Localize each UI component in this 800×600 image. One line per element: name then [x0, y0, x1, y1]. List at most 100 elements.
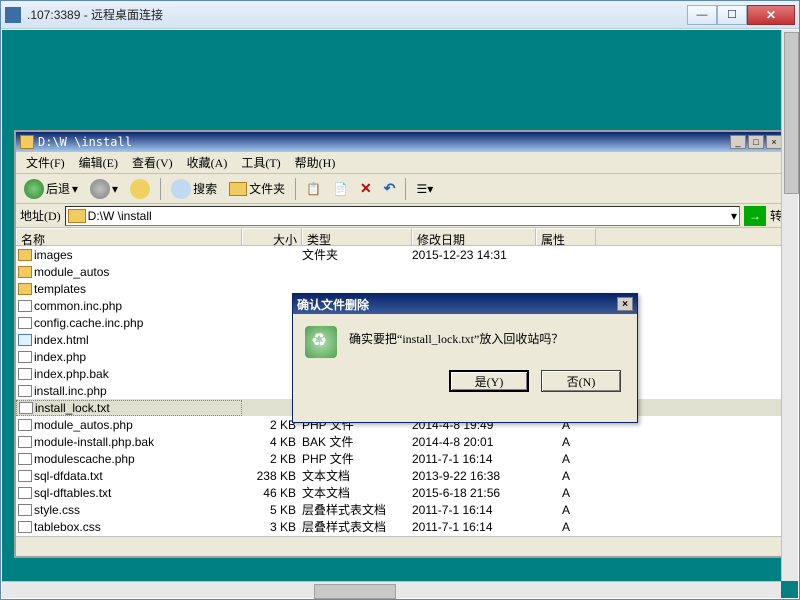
delete-icon: ✕	[360, 180, 372, 197]
file-size: 3 KB	[242, 520, 302, 534]
address-input[interactable]: D:\W \install ▾	[65, 206, 740, 226]
file-name: module_autos	[34, 265, 109, 279]
folder-icon	[229, 182, 247, 196]
forward-icon	[90, 179, 110, 199]
explorer-minimize-button[interactable]: _	[730, 135, 746, 149]
up-button[interactable]	[126, 177, 154, 201]
move-button[interactable]: 📋	[302, 180, 325, 198]
html-icon	[18, 334, 32, 346]
file-name: images	[34, 248, 73, 262]
search-button[interactable]: 搜索	[167, 177, 221, 201]
txt-icon	[18, 487, 32, 499]
chevron-down-icon[interactable]: ▾	[731, 209, 737, 223]
views-button[interactable]: ☰▾	[412, 180, 437, 198]
file-name: module-install.php.bak	[34, 435, 154, 449]
rdp-icon	[5, 7, 21, 23]
file-date: 2011-7-1 16:14	[412, 503, 536, 517]
file-size: 238 KB	[242, 469, 302, 483]
remote-desktop-area: D:\W \install _ □ × 文件(F) 编辑(E) 查看(V) 收藏…	[2, 30, 798, 598]
file-type: 层叠样式表文档	[302, 501, 412, 518]
file-type: 文本文档	[302, 484, 412, 501]
explorer-toolbar: 后退 ▾ ▾ 搜索 文件夹 📋 📄 ✕ ↶ ☰▾	[16, 174, 786, 204]
confirm-delete-dialog: 确认文件删除 × 确实要把“install_lock.txt”放入回收站吗？ 是…	[292, 293, 638, 423]
column-headers: 名称 大小 类型 修改日期 属性	[16, 228, 786, 246]
file-row[interactable]: sql-dftables.txt46 KB文本文档2015-6-18 21:56…	[16, 484, 786, 501]
menu-help[interactable]: 帮助(H)	[289, 152, 342, 173]
col-attr[interactable]: 属性	[536, 228, 596, 245]
txt-icon	[19, 402, 33, 414]
col-size[interactable]: 大小	[242, 228, 302, 245]
file-row[interactable]: module_autos	[16, 263, 786, 280]
back-button[interactable]: 后退 ▾	[20, 177, 82, 201]
explorer-maximize-button[interactable]: □	[748, 135, 764, 149]
explorer-titlebar[interactable]: D:\W \install _ □ ×	[16, 132, 786, 152]
dialog-titlebar[interactable]: 确认文件删除 ×	[293, 294, 637, 314]
copy-button[interactable]: 📄	[329, 180, 352, 198]
go-button[interactable]: →	[744, 206, 766, 226]
file-name: sql-dfdata.txt	[34, 469, 103, 483]
vertical-scrollbar[interactable]	[781, 30, 798, 581]
file-size: 2 KB	[242, 452, 302, 466]
close-button[interactable]	[747, 5, 795, 25]
col-type[interactable]: 类型	[302, 228, 412, 245]
php-icon	[18, 385, 32, 397]
php-icon	[18, 453, 32, 465]
minimize-button[interactable]	[687, 5, 717, 25]
no-button[interactable]: 否(N)	[541, 370, 621, 392]
file-row[interactable]: tablebox.css3 KB层叠样式表文档2011-7-1 16:14A	[16, 518, 786, 535]
txt-icon	[18, 470, 32, 482]
horizontal-scrollbar[interactable]	[2, 581, 781, 598]
php-icon	[18, 419, 32, 431]
col-name[interactable]: 名称	[16, 228, 242, 245]
rdp-window: .107:3389 - 远程桌面连接 D:\W \install _ □ × 文…	[0, 0, 800, 600]
delete-button[interactable]: ✕	[356, 178, 376, 199]
php-icon	[18, 317, 32, 329]
recycle-icon	[305, 326, 337, 358]
file-date: 2013-9-22 16:38	[412, 469, 536, 483]
undo-icon: ↶	[384, 180, 396, 197]
file-type: PHP 文件	[302, 450, 412, 467]
file-date: 2015-6-18 21:56	[412, 486, 536, 500]
file-attr: A	[536, 452, 596, 466]
file-date: 2015-12-23 14:31	[412, 248, 536, 262]
rdp-titlebar[interactable]: .107:3389 - 远程桌面连接	[1, 1, 799, 29]
file-size: 46 KB	[242, 486, 302, 500]
file-name: install.inc.php	[34, 384, 107, 398]
menu-file[interactable]: 文件(F)	[20, 152, 71, 173]
file-type: BAK 文件	[302, 433, 412, 450]
file-type: 层叠样式表文档	[302, 518, 412, 535]
file-size: 4 KB	[242, 435, 302, 449]
forward-button[interactable]: ▾	[86, 177, 122, 201]
file-name: style.css	[34, 503, 80, 517]
file-row[interactable]: sql-dfdata.txt238 KB文本文档2013-9-22 16:38A	[16, 467, 786, 484]
address-value: D:\W \install	[88, 209, 152, 223]
explorer-menubar: 文件(F) 编辑(E) 查看(V) 收藏(A) 工具(T) 帮助(H)	[16, 152, 786, 174]
php-icon	[18, 300, 32, 312]
menu-edit[interactable]: 编辑(E)	[73, 152, 124, 173]
file-row[interactable]: modulescache.php2 KBPHP 文件2011-7-1 16:14…	[16, 450, 786, 467]
file-row[interactable]: images 文件夹2015-12-23 14:31	[16, 246, 786, 263]
file-name: index.html	[34, 333, 89, 347]
file-row[interactable]: style.css5 KB层叠样式表文档2011-7-1 16:14A	[16, 501, 786, 518]
file-date: 2011-7-1 16:14	[412, 452, 536, 466]
file-date: 2014-4-8 20:01	[412, 435, 536, 449]
menu-favorites[interactable]: 收藏(A)	[181, 152, 234, 173]
menu-tools[interactable]: 工具(T)	[235, 152, 286, 173]
dialog-close-button[interactable]: ×	[617, 297, 633, 311]
explorer-close-button[interactable]: ×	[766, 135, 782, 149]
maximize-button[interactable]	[717, 5, 747, 25]
search-icon	[171, 179, 191, 199]
col-date[interactable]: 修改日期	[412, 228, 536, 245]
file-name: templates	[34, 282, 86, 296]
file-type: 文件夹	[302, 246, 412, 263]
file-name: common.inc.php	[34, 299, 122, 313]
yes-button[interactable]: 是(Y)	[449, 370, 529, 392]
file-attr: A	[536, 435, 596, 449]
folders-button[interactable]: 文件夹	[225, 178, 289, 199]
undo-button[interactable]: ↶	[380, 178, 400, 199]
php-icon	[18, 351, 32, 363]
file-name: tablebox.css	[34, 520, 101, 534]
menu-view[interactable]: 查看(V)	[126, 152, 179, 173]
file-row[interactable]: module-install.php.bak 4 KBBAK 文件2014-4-8…	[16, 433, 786, 450]
file-size: 5 KB	[242, 503, 302, 517]
